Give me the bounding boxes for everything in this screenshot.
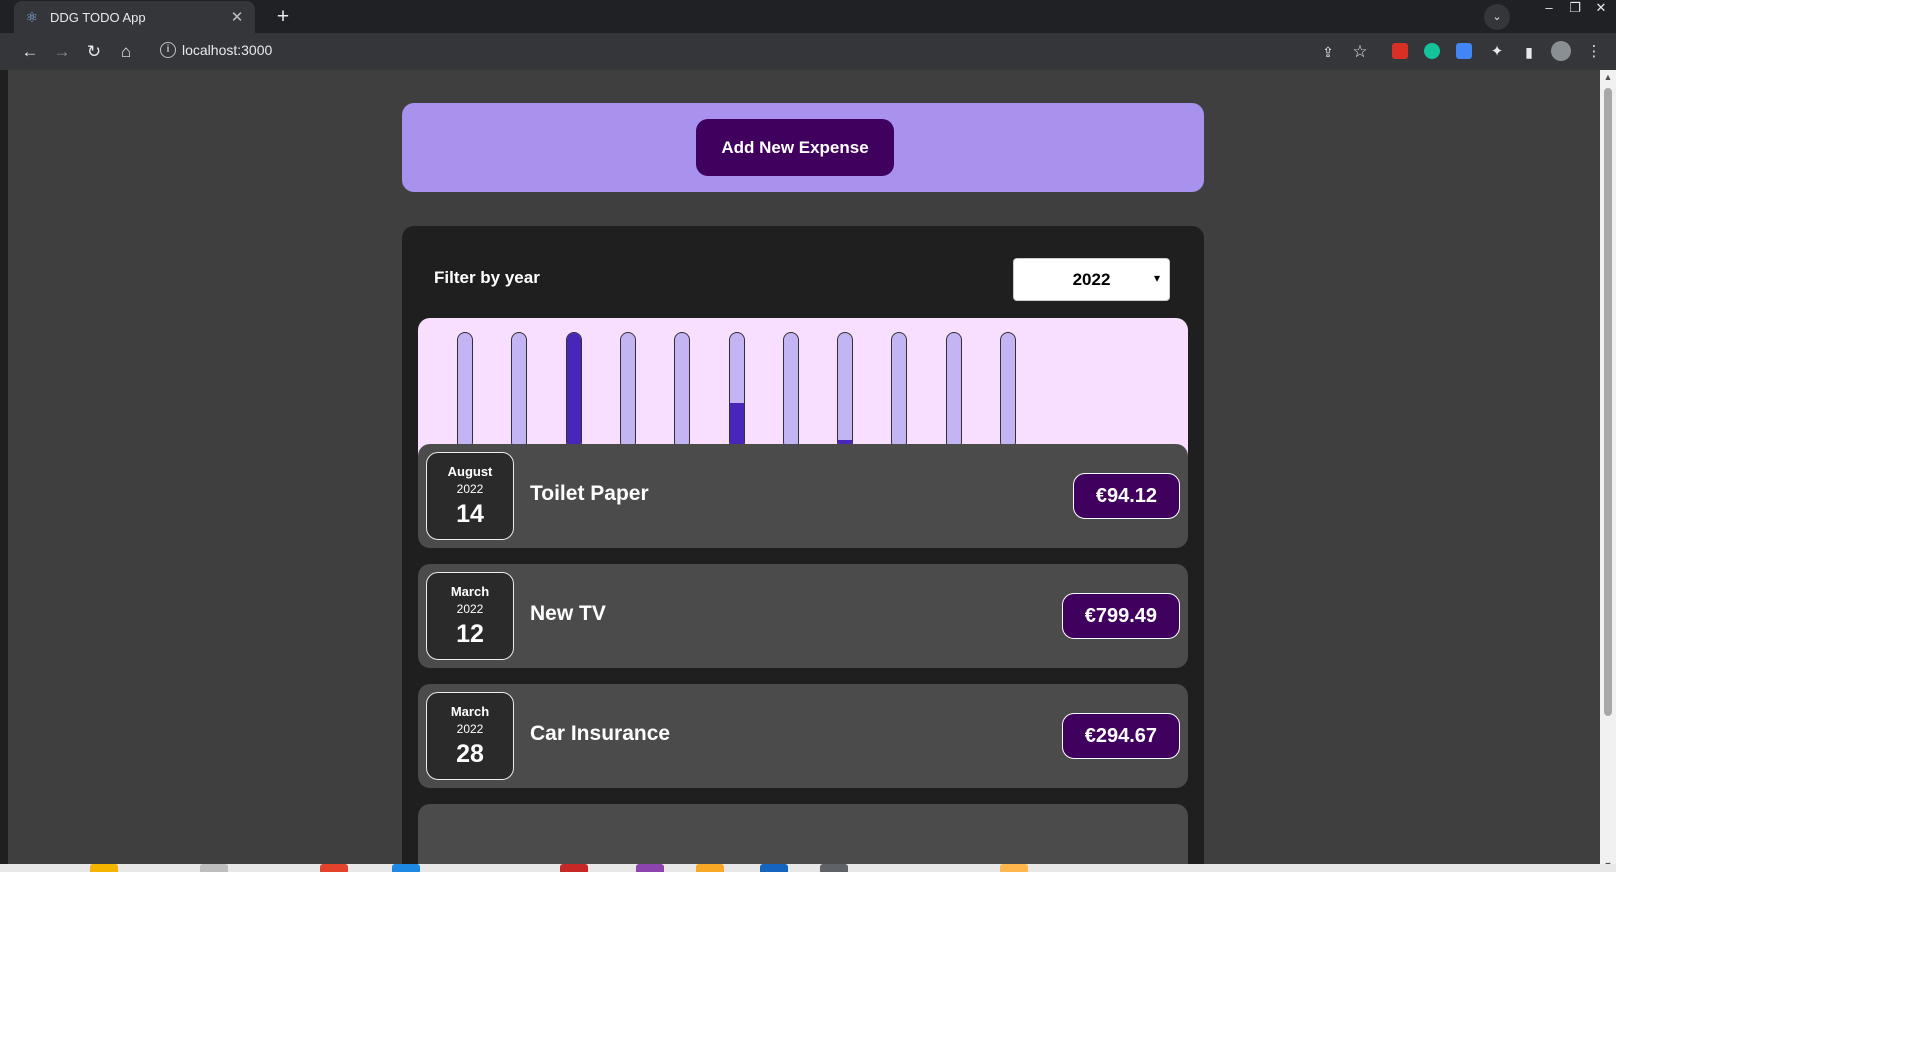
- expense-title: Car Insurance: [530, 722, 671, 745]
- chart-bar-dec: Dec: [995, 332, 1019, 462]
- taskbar-app-icon[interactable]: [636, 864, 664, 872]
- left-edge-strip: [0, 70, 8, 872]
- expense-date: March 2022 28: [426, 692, 514, 780]
- expense-item[interactable]: March 2022 28 Car Insurance €294.67: [418, 684, 1188, 788]
- add-new-expense-button[interactable]: Add New Expense: [696, 119, 894, 176]
- chart-bar-track: [674, 332, 691, 450]
- extensions-puzzle-icon[interactable]: ✦: [1486, 41, 1508, 63]
- close-window-icon[interactable]: ✕: [1588, 0, 1614, 18]
- expense-date-month: March: [450, 704, 490, 719]
- chart-bar-oct: Oct: [886, 332, 910, 462]
- tab-strip: ⚛ DDG TODO App ✕ + ⌄ – ❐ ✕: [0, 0, 1616, 33]
- expense-date-day: 14: [456, 500, 484, 528]
- expense-amount: €799.49: [1061, 593, 1180, 639]
- expense-date-month: March: [450, 584, 490, 599]
- expense-date-day: 12: [456, 620, 484, 648]
- tab-title: DDG TODO App: [50, 9, 146, 25]
- scroll-thumb[interactable]: [1604, 88, 1612, 716]
- restore-icon[interactable]: ❐: [1562, 0, 1588, 18]
- home-icon[interactable]: ⌂: [115, 41, 137, 63]
- back-icon[interactable]: ←: [19, 41, 41, 63]
- expense-amount: €294.67: [1061, 713, 1180, 759]
- bookmark-star-icon[interactable]: ☆: [1349, 41, 1371, 63]
- expenses-card: Filter by year 2022 ▾ Jan Feb Mar Apr Jun Jul…: [402, 226, 1204, 872]
- expense-title: New TV: [530, 602, 606, 625]
- chart-bar-track: [1000, 332, 1016, 450]
- filter-label: Filter by year: [434, 268, 540, 287]
- page-scrollbar[interactable]: ▲ ▼: [1600, 70, 1616, 872]
- chart-bar-fill: [729, 402, 744, 449]
- chart-bar-fill: [566, 333, 581, 449]
- react-icon: ⚛: [25, 9, 39, 25]
- expense-date-month: August: [447, 464, 493, 479]
- chart-bar-nov: Nov: [941, 332, 965, 462]
- chart-bar-sep: Sep: [832, 332, 856, 462]
- expense-date-year: 2022: [456, 482, 484, 496]
- expense-item[interactable]: March 2022 12 New TV €799.49: [418, 564, 1188, 668]
- chart-bar-track: [457, 332, 473, 450]
- expense-amount: €94.12: [1072, 473, 1180, 519]
- taskbar-app-icon[interactable]: [90, 864, 118, 872]
- address-bar[interactable]: i localhost:3000: [150, 36, 1384, 66]
- chart-bar-track: [891, 332, 908, 450]
- chart-bar-track: [782, 332, 799, 450]
- forward-icon[interactable]: →: [51, 41, 73, 63]
- expense-date: August 2022 14: [426, 452, 514, 540]
- chart-bar-track: [511, 332, 528, 450]
- browser-tab[interactable]: ⚛ DDG TODO App ✕: [14, 1, 255, 33]
- selected-year: 2022: [1072, 269, 1111, 289]
- browser-toolbar: ← → ↻ ⌂ i localhost:3000 ⇪ ☆ ✦ ▮ ⋮: [0, 33, 1616, 70]
- chart-bar-track: [837, 332, 854, 450]
- chart-bar-mar: Mar: [561, 332, 585, 462]
- chart-bar-track: [619, 332, 636, 450]
- year-select[interactable]: 2022 ▾: [1013, 258, 1170, 301]
- expense-date-year: 2022: [456, 722, 484, 736]
- share-icon[interactable]: ⇪: [1317, 41, 1339, 63]
- chart-bar-jul: Jul: [724, 332, 748, 462]
- side-panel-icon[interactable]: ▮: [1518, 41, 1540, 63]
- menu-kebab-icon[interactable]: ⋮: [1583, 41, 1605, 63]
- page-viewport: Add New Expense Filter by year 2022 ▾ Ja…: [8, 70, 1600, 872]
- taskbar-app-icon[interactable]: [1000, 864, 1028, 872]
- browser-window: ⚛ DDG TODO App ✕ + ⌄ – ❐ ✕ ← → ↻ ⌂ i loc…: [0, 0, 1616, 872]
- scroll-up-arrow-icon[interactable]: ▲: [1600, 70, 1616, 84]
- chart-bar-jun: Jun: [669, 332, 693, 462]
- tab-search-icon[interactable]: ⌄: [1484, 4, 1510, 30]
- expense-date-day: 28: [456, 740, 484, 768]
- minimize-icon[interactable]: –: [1536, 0, 1562, 18]
- translate-extension-icon[interactable]: [1456, 43, 1472, 59]
- chart-bar-feb: Feb: [506, 332, 530, 462]
- taskbar-app-icon[interactable]: [392, 864, 420, 872]
- reload-icon[interactable]: ↻: [83, 41, 105, 63]
- chart-bar-apr: Apr: [615, 332, 639, 462]
- chart-bar-jan: Jan: [452, 332, 476, 462]
- url-text: localhost:3000: [182, 42, 273, 58]
- new-tab-button[interactable]: +: [270, 4, 296, 30]
- close-tab-icon[interactable]: ✕: [229, 8, 245, 26]
- expense-item[interactable]: [418, 804, 1188, 872]
- taskbar-app-icon[interactable]: [200, 864, 228, 872]
- taskbar-app-icon[interactable]: [560, 864, 588, 872]
- chart-bar-track: [728, 332, 745, 450]
- taskbar-app-icon[interactable]: [760, 864, 788, 872]
- taskbar-app-icon[interactable]: [320, 864, 348, 872]
- taskbar-app-icon[interactable]: [696, 864, 724, 872]
- taskbar-strip: [0, 864, 1616, 872]
- info-icon[interactable]: i: [160, 42, 176, 58]
- expense-date-year: 2022: [456, 602, 484, 616]
- expense-title: Toilet Paper: [530, 482, 649, 505]
- expense-item[interactable]: August 2022 14 Toilet Paper €94.12: [418, 444, 1188, 548]
- profile-avatar[interactable]: [1551, 41, 1571, 61]
- grammarly-extension-icon[interactable]: [1424, 43, 1440, 59]
- gmail-extension-icon[interactable]: [1392, 43, 1408, 59]
- expense-date: March 2022 12: [426, 572, 514, 660]
- taskbar-app-icon[interactable]: [820, 864, 848, 872]
- chevron-down-icon: ▾: [1153, 271, 1160, 285]
- chart-bar-track: [945, 332, 962, 450]
- chart-bar-track: [565, 332, 582, 450]
- new-expense-panel: Add New Expense: [402, 103, 1204, 192]
- chart-bar-aug: Aug: [778, 332, 802, 462]
